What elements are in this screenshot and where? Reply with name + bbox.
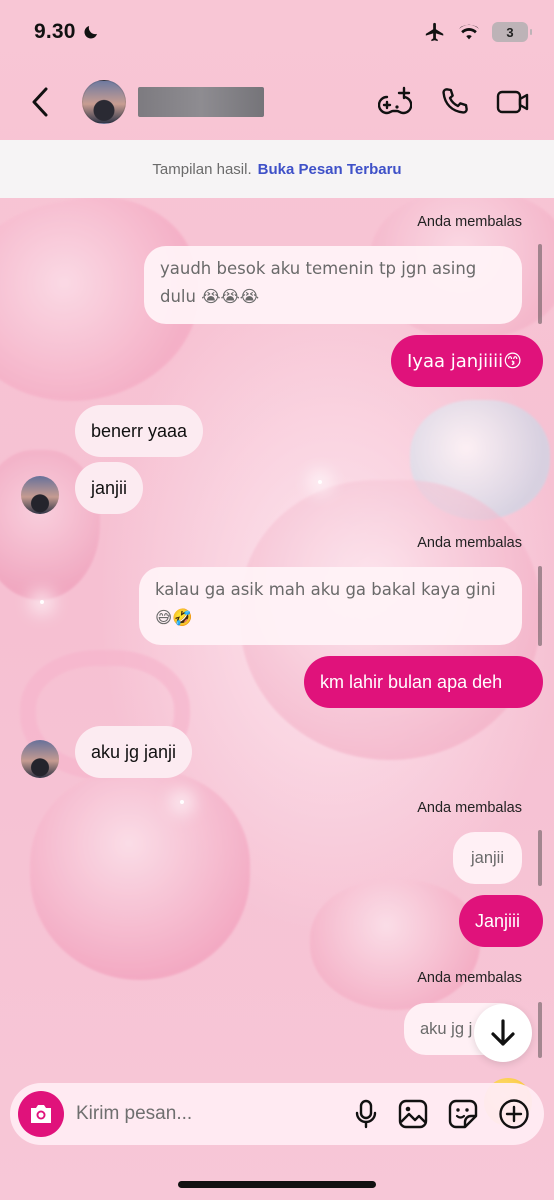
wallpaper-sparkle [180, 800, 184, 804]
contact-avatar-small[interactable] [21, 476, 59, 514]
wallpaper-sparkle [40, 600, 44, 604]
quoted-message-text: yaudh besok aku temenin tp jgn asing dul… [160, 259, 477, 306]
battery-level: 3 [506, 24, 514, 40]
more-options-button[interactable] [498, 1098, 530, 1130]
phone-icon [442, 88, 468, 114]
outgoing-message-text: Janjiii [475, 910, 521, 931]
incoming-message-text: janjii [91, 477, 128, 498]
wifi-icon [458, 24, 480, 40]
camera-button[interactable] [18, 1091, 64, 1137]
quoted-message[interactable]: yaudh besok aku temenin tp jgn asing dul… [144, 246, 522, 324]
wallpaper-sparkle [318, 480, 322, 484]
header-actions [378, 85, 530, 119]
plus-circle-icon [499, 1099, 529, 1129]
back-button[interactable] [30, 82, 66, 122]
outgoing-message[interactable]: km lahir bulan apa deh [304, 656, 543, 708]
status-time: 9.30 [34, 20, 100, 44]
contact-avatar[interactable] [82, 80, 126, 124]
contact-avatar-small[interactable] [21, 740, 59, 778]
replied-label: Anda membalas [417, 800, 522, 816]
scroll-to-bottom-button[interactable] [474, 1004, 532, 1062]
microphone-icon [355, 1099, 377, 1129]
voice-call-button[interactable] [438, 86, 470, 118]
wallpaper-heart [30, 770, 250, 980]
incoming-message[interactable]: janjii [75, 462, 144, 514]
quoted-message-text: janjii [470, 849, 505, 867]
outgoing-message[interactable]: Iyaa janjiiii😙 [391, 335, 543, 387]
wallpaper-heart [310, 880, 480, 1010]
video-icon [496, 90, 529, 114]
composer-actions [354, 1098, 530, 1130]
banner-text: Tampilan hasil. [152, 160, 252, 178]
outgoing-message-text: km lahir bulan apa deh [320, 671, 503, 692]
voice-message-button[interactable] [354, 1099, 378, 1129]
games-button[interactable] [378, 85, 412, 119]
replied-label: Anda membalas [417, 535, 522, 551]
incoming-message[interactable]: benerr yaaa [75, 405, 204, 457]
replied-label: Anda membalas [417, 970, 522, 986]
quoted-message[interactable]: kalau ga asik mah aku ga bakal kaya gini… [139, 567, 522, 645]
open-latest-messages-link[interactable]: Buka Pesan Terbaru [258, 161, 402, 178]
status-indicators: 3 [424, 21, 532, 43]
quoted-message-text: kalau ga asik mah aku ga bakal kaya gini… [155, 580, 496, 627]
chevron-left-icon [32, 87, 48, 117]
results-banner: Tampilan hasil. Buka Pesan Terbaru [0, 140, 554, 198]
battery-indicator: 3 [492, 22, 532, 42]
airplane-icon [425, 22, 444, 42]
moon-icon [84, 26, 97, 39]
status-time-text: 9.30 [34, 20, 76, 43]
replied-label: Anda membalas [417, 214, 522, 230]
quoted-message[interactable]: janjii [453, 832, 522, 884]
message-composer: Kirim pesan... [10, 1083, 544, 1145]
home-indicator [178, 1181, 376, 1188]
contact-name-redacted[interactable] [138, 87, 264, 117]
quote-scrollbar [538, 1002, 542, 1058]
incoming-message-text: benerr yaaa [91, 420, 188, 441]
sticker-icon [448, 1099, 478, 1129]
chat-header [0, 64, 554, 140]
outgoing-message-text: Iyaa janjiiii😙 [407, 350, 522, 372]
status-bar: 9.30 3 [0, 0, 554, 64]
quote-scrollbar [538, 244, 542, 324]
quote-scrollbar [538, 566, 542, 646]
video-call-button[interactable] [496, 87, 530, 117]
camera-icon [31, 1105, 51, 1123]
quoted-message-text: aku jg j [420, 1020, 473, 1038]
gallery-button[interactable] [398, 1099, 428, 1129]
image-icon [398, 1099, 428, 1129]
sticker-button[interactable] [448, 1099, 478, 1129]
incoming-message-text: aku jg janji [91, 741, 177, 762]
games-icon [378, 86, 412, 115]
quote-scrollbar [538, 830, 542, 886]
message-input[interactable]: Kirim pesan... [76, 1103, 354, 1125]
arrow-down-icon [491, 1019, 515, 1046]
incoming-message[interactable]: aku jg janji [75, 726, 193, 778]
outgoing-message[interactable]: Janjiii [459, 895, 543, 947]
